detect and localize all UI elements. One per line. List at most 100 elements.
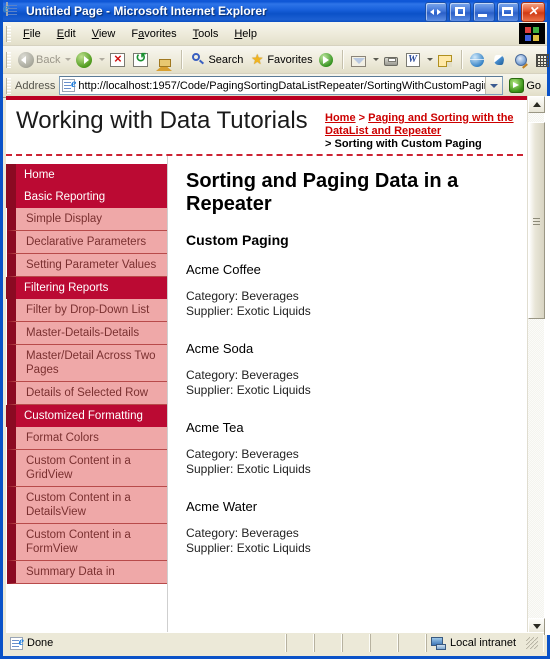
sidebar-item-master-detail-across-two-pages[interactable]: Master/Detail Across Two Pages bbox=[7, 345, 167, 382]
notes-icon bbox=[437, 54, 452, 67]
sidebar-item-filtering-reports[interactable]: Filtering Reports bbox=[6, 277, 167, 299]
supplier-value: Exotic Liquids bbox=[236, 304, 311, 318]
category-label: Category: bbox=[186, 447, 239, 461]
address-label: Address bbox=[15, 79, 56, 92]
product-item: Acme Soda Category: Beverages Supplier: … bbox=[186, 341, 519, 398]
sidebar-item-setting-parameter-values[interactable]: Setting Parameter Values bbox=[7, 254, 167, 277]
media-icon bbox=[318, 53, 333, 67]
sidebar-item-master-details-details[interactable]: Master-Details-Details bbox=[7, 322, 167, 345]
favorites-star-icon: ★ bbox=[251, 50, 264, 67]
supplier-label: Supplier: bbox=[186, 383, 234, 397]
stop-icon bbox=[110, 51, 126, 67]
favorites-button[interactable]: ★ Favorites bbox=[246, 50, 315, 70]
notes-button[interactable] bbox=[435, 51, 457, 69]
supplier-label: Supplier: bbox=[186, 462, 234, 476]
discuss-button[interactable] bbox=[511, 50, 533, 69]
sidebar-item-simple-display[interactable]: Simple Display bbox=[7, 208, 167, 231]
breadcrumb-sep-1: > bbox=[355, 112, 369, 124]
forward-history-dropdown-icon[interactable] bbox=[99, 58, 106, 61]
sidebar-item-format-colors[interactable]: Format Colors bbox=[7, 427, 167, 450]
page-title: Sorting and Paging Data in a Repeater bbox=[186, 170, 459, 215]
window-controls: ✕ bbox=[425, 2, 545, 22]
print-button[interactable] bbox=[381, 51, 403, 68]
breadcrumb-home-link[interactable]: Home bbox=[325, 112, 356, 124]
favorites-label: Favorites bbox=[267, 53, 313, 66]
toolbar-separator-2 bbox=[341, 50, 344, 69]
menu-grip[interactable] bbox=[6, 25, 11, 42]
restore-window-button[interactable] bbox=[449, 2, 471, 22]
category-value: Beverages bbox=[241, 368, 299, 382]
sidebar-item-home[interactable]: Home bbox=[6, 164, 167, 186]
sidebar-item-custom-content-formview[interactable]: Custom Content in a FormView bbox=[7, 524, 167, 561]
address-grip[interactable] bbox=[6, 77, 11, 94]
scrollbar-track[interactable] bbox=[528, 113, 545, 618]
back-history-dropdown-icon[interactable] bbox=[65, 58, 72, 61]
category-value: Beverages bbox=[241, 289, 299, 303]
main-content: Sorting and Paging Data in a Repeater Cu… bbox=[168, 156, 533, 598]
address-input[interactable]: http://localhost:1957/Code/PagingSorting… bbox=[59, 76, 504, 95]
sidebar-item-basic-reporting[interactable]: Basic Reporting bbox=[6, 186, 167, 208]
menu-favorites[interactable]: Favorites bbox=[123, 25, 184, 43]
security-zone-pane[interactable]: Local intranet bbox=[426, 634, 544, 652]
sidebar-item-summary-data-in[interactable]: Summary Data in bbox=[7, 561, 167, 584]
forward-icon bbox=[76, 51, 93, 68]
scroll-up-button[interactable] bbox=[528, 96, 545, 113]
address-bar: Address http://localhost:1957/Code/Pagin… bbox=[3, 74, 547, 98]
sidebar-navigation: Home Basic Reporting Simple Display Decl… bbox=[6, 156, 168, 635]
menu-view[interactable]: View bbox=[84, 25, 124, 43]
address-url-text: http://localhost:1957/Code/PagingSorting… bbox=[78, 79, 486, 92]
product-name: Acme Coffee bbox=[186, 262, 261, 277]
grid-button[interactable] bbox=[533, 50, 550, 69]
print-icon bbox=[383, 57, 398, 66]
mail-dropdown-icon[interactable] bbox=[372, 58, 379, 61]
minimize-icon bbox=[478, 14, 487, 17]
edit-word-button[interactable]: W bbox=[403, 50, 425, 69]
go-button[interactable]: Go bbox=[507, 77, 545, 94]
menu-edit[interactable]: Edit bbox=[49, 25, 84, 43]
sidebar-item-details-of-selected-row[interactable]: Details of Selected Row bbox=[7, 382, 167, 405]
product-name: Acme Water bbox=[186, 499, 258, 514]
menu-file[interactable]: File bbox=[15, 25, 49, 43]
sidebar-item-declarative-parameters[interactable]: Declarative Parameters bbox=[7, 231, 167, 254]
back-label: Back bbox=[36, 53, 61, 66]
sidebar-item-filter-by-dropdown-list[interactable]: Filter by Drop-Down List bbox=[7, 299, 167, 322]
minimize-button[interactable] bbox=[473, 2, 495, 22]
title-bar: Untitled Page - Microsoft Internet Explo… bbox=[3, 0, 547, 22]
site-title: Working with Data Tutorials bbox=[16, 107, 308, 134]
go-label: Go bbox=[526, 79, 541, 92]
scrollbar-thumb[interactable] bbox=[528, 122, 545, 319]
search-button[interactable]: Search bbox=[187, 50, 246, 70]
edit-word-icon: W bbox=[405, 53, 420, 67]
menu-tools[interactable]: Tools bbox=[185, 25, 227, 43]
sidebar-item-customized-formatting[interactable]: Customized Formatting bbox=[6, 405, 167, 427]
toolbar-separator-3 bbox=[460, 50, 463, 69]
resize-grip[interactable] bbox=[526, 637, 538, 649]
media-button[interactable] bbox=[316, 50, 338, 69]
back-button[interactable]: Back bbox=[15, 50, 63, 70]
edit-dropdown-icon[interactable] bbox=[426, 58, 433, 61]
maximize-icon bbox=[502, 7, 513, 16]
grid-icon bbox=[535, 54, 549, 67]
vertical-scrollbar[interactable] bbox=[527, 96, 545, 635]
home-button[interactable] bbox=[153, 50, 177, 71]
messenger-globe-icon bbox=[469, 53, 484, 67]
restore-size-button[interactable] bbox=[425, 2, 447, 22]
forward-button[interactable] bbox=[73, 50, 97, 70]
sidebar-item-custom-content-gridview[interactable]: Custom Content in a GridView bbox=[7, 450, 167, 487]
refresh-button[interactable] bbox=[130, 50, 153, 69]
menu-help[interactable]: Help bbox=[226, 25, 265, 43]
supplier-value: Exotic Liquids bbox=[236, 462, 311, 476]
category-value: Beverages bbox=[241, 526, 299, 540]
messenger-button[interactable] bbox=[467, 50, 489, 69]
status-pane-2 bbox=[314, 634, 342, 652]
stop-button[interactable] bbox=[107, 51, 130, 69]
address-dropdown-icon[interactable] bbox=[485, 77, 503, 94]
msn-button[interactable] bbox=[489, 50, 511, 69]
discuss-icon bbox=[514, 53, 528, 67]
mail-button[interactable] bbox=[348, 51, 371, 69]
toolbar-grip[interactable] bbox=[6, 51, 11, 68]
close-button[interactable]: ✕ bbox=[521, 2, 545, 22]
sidebar-item-custom-content-detailsview[interactable]: Custom Content in a DetailsView bbox=[7, 487, 167, 524]
maximize-button[interactable] bbox=[497, 2, 519, 22]
page-body: Home Basic Reporting Simple Display Decl… bbox=[6, 156, 533, 635]
